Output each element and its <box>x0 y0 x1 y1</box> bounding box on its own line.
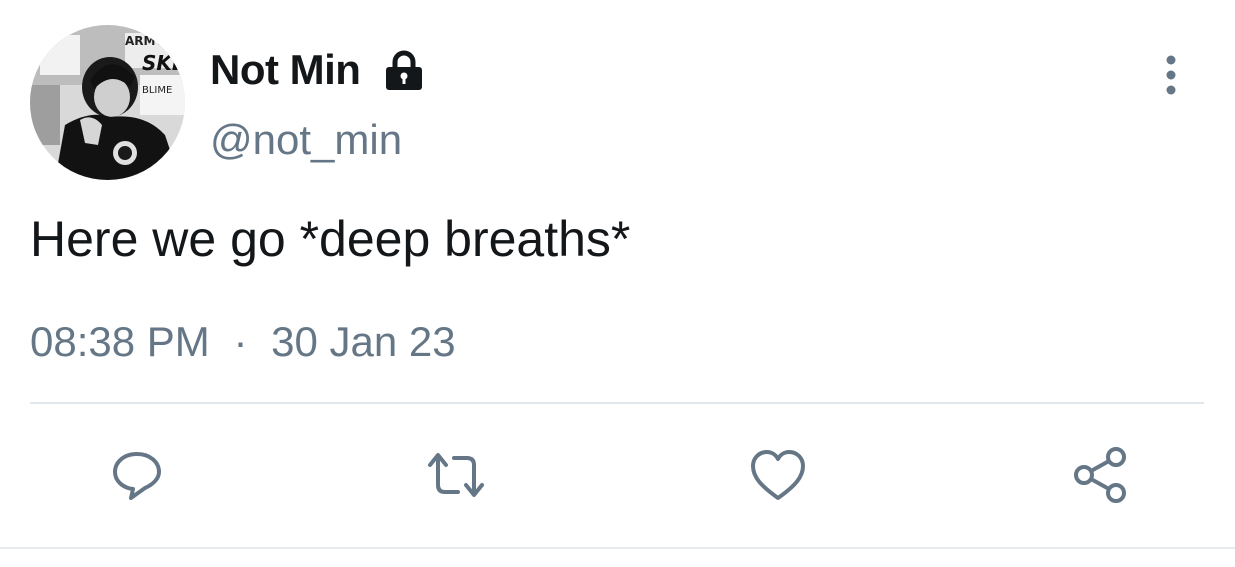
avatar[interactable]: ARMY SKE BLIME <box>30 25 185 180</box>
avatar-image: ARMY SKE BLIME <box>30 25 185 180</box>
bottom-divider <box>0 547 1235 549</box>
reply-icon <box>109 447 165 503</box>
meta-separator: · <box>233 318 248 365</box>
heart-icon <box>749 448 807 502</box>
share-icon <box>1070 445 1130 505</box>
avatar-text-blime: BLIME <box>142 85 172 96</box>
lock-icon <box>382 48 426 92</box>
retweet-icon <box>424 447 488 503</box>
divider <box>30 402 1204 404</box>
tweet-card: ARMY SKE BLIME Not Min @not_min Here we … <box>0 0 1235 567</box>
like-button[interactable] <box>743 440 813 510</box>
avatar-text-army: ARMY <box>125 34 164 48</box>
avatar-text-ske: SKE <box>142 51 185 75</box>
reply-button[interactable] <box>102 440 172 510</box>
display-name[interactable]: Not Min <box>210 46 361 94</box>
tweet-meta: 08:38 PM · 30 Jan 23 <box>30 318 456 366</box>
user-handle[interactable]: @not_min <box>210 116 402 164</box>
tweet-time: 08:38 PM <box>30 318 210 365</box>
tweet-text: Here we go *deep breaths* <box>30 211 631 267</box>
tweet-date: 30 Jan 23 <box>271 318 456 365</box>
author-row: Not Min <box>210 42 426 98</box>
share-button[interactable] <box>1065 440 1135 510</box>
more-vertical-icon[interactable] <box>1152 52 1190 98</box>
retweet-button[interactable] <box>421 440 491 510</box>
